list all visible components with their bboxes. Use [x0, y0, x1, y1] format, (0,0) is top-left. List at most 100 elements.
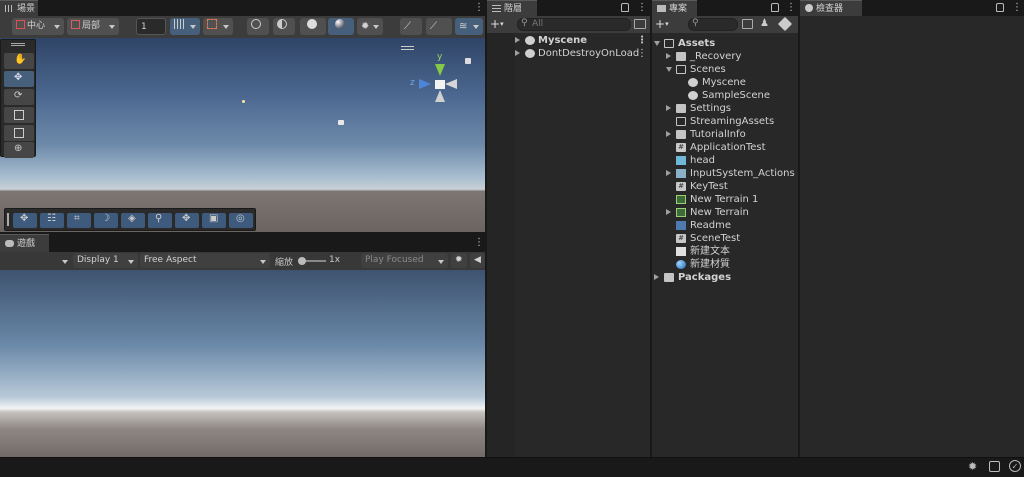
game-menu-icon[interactable]: ⋮ — [474, 237, 484, 248]
expand-arrow-icon[interactable] — [666, 105, 671, 111]
chevron-down-icon: ▾ — [500, 20, 504, 28]
expand-arrow-icon[interactable] — [654, 274, 659, 280]
mute-audio-button[interactable]: ◀ — [470, 253, 485, 268]
filter-type-icon[interactable]: ♟ — [760, 18, 771, 30]
grid-snap-button[interactable] — [170, 18, 200, 35]
play-mode-label: Play Focused — [365, 255, 424, 265]
lock-icon[interactable] — [621, 3, 629, 12]
game-gizmos-button[interactable]: ✹ — [451, 253, 467, 268]
effects-dropdown[interactable]: ✹ — [357, 18, 383, 35]
game-tabbar: 遊戲 ⋮ — [0, 234, 485, 252]
expand-arrow-icon[interactable] — [666, 170, 671, 176]
rotate-tool-button[interactable]: ⟳ — [4, 89, 34, 105]
shading-wire-button[interactable] — [247, 18, 269, 35]
gizmo-z-label: z — [410, 78, 415, 88]
kebab-icon[interactable]: ⋮ — [637, 34, 647, 47]
tab-scene[interactable]: 場景 — [0, 0, 38, 16]
expand-arrow-icon[interactable] — [666, 209, 671, 215]
overlay-move-button[interactable]: ✥ — [13, 213, 37, 228]
scale-label: 縮放 — [275, 258, 294, 268]
project-menu-icon[interactable]: ⋮ — [786, 2, 796, 13]
hand-tool-button[interactable]: ✋ — [4, 53, 34, 69]
layers-dropdown[interactable]: ≋ — [455, 18, 483, 35]
expand-arrow-icon[interactable] — [515, 37, 520, 43]
expand-arrow-icon[interactable] — [666, 131, 671, 137]
shading-lit-button[interactable] — [328, 18, 354, 35]
scale-tool-button[interactable] — [4, 107, 34, 123]
lit-sphere-icon — [335, 19, 345, 29]
overlay-search-button[interactable]: ⚲ — [148, 213, 172, 228]
rect-tool-button[interactable] — [4, 125, 34, 141]
increment-snap-button[interactable] — [203, 18, 233, 35]
space-dropdown[interactable]: 局部 — [67, 18, 119, 35]
overlay-light-button[interactable]: ☽ — [94, 213, 118, 228]
expand-arrow-icon[interactable] — [666, 67, 672, 72]
cache-server-icon[interactable] — [989, 461, 1000, 472]
tab-game[interactable]: 遊戲 — [0, 234, 49, 252]
hierarchy-item-dontdestroyonload[interactable]: DontDestroyOnLoad ⋮ — [487, 47, 650, 60]
tag-icon[interactable] — [777, 16, 793, 32]
progress-check-icon[interactable]: ✓ — [1009, 460, 1021, 472]
game-view-dropdown[interactable] — [0, 253, 72, 268]
tab-hierarchy[interactable]: 階層 — [487, 0, 537, 16]
project-item-label: Myscene — [702, 77, 746, 88]
search-icon: ⚲ — [521, 18, 528, 28]
overlay-grid-button[interactable]: ⌗ — [67, 213, 91, 228]
overlay-camera-button[interactable]: ▣ — [202, 213, 226, 228]
inspector-menu-icon[interactable]: ⋮ — [1012, 2, 1022, 13]
overlay-handle[interactable] — [7, 213, 9, 226]
shading-shaded-button[interactable] — [300, 18, 326, 35]
expand-arrow-icon[interactable] — [654, 41, 660, 46]
project-toolbar: +▾ ⚲ ♟ — [652, 16, 798, 33]
add-button[interactable]: +▾ — [490, 17, 514, 32]
display-dropdown[interactable]: Display 1 — [73, 253, 138, 268]
scale-slider[interactable] — [298, 257, 326, 265]
transform-tool-button[interactable]: ⊕ — [4, 142, 34, 158]
fx-button[interactable]: ⟋ — [426, 18, 452, 35]
kebab-icon[interactable]: ⋮ — [637, 47, 647, 60]
toggle-2d-button[interactable]: ⟋ — [400, 18, 422, 35]
gamepad-icon — [5, 240, 14, 247]
palette-handle[interactable] — [11, 43, 25, 46]
readme-icon — [676, 221, 686, 230]
hierarchy-item-myscene[interactable]: Myscene ⋮ — [487, 34, 650, 47]
lock-icon[interactable] — [771, 3, 779, 12]
scene-menu-icon[interactable]: ⋮ — [474, 2, 484, 13]
hierarchy-search-field[interactable]: ⚲ All — [517, 18, 631, 31]
handle-bar[interactable] — [401, 46, 414, 50]
unity-scene-icon — [525, 36, 535, 45]
overlay-align-button[interactable]: ☷ — [40, 213, 64, 228]
project-add-button[interactable]: +▾ — [655, 17, 679, 32]
game-viewport[interactable] — [0, 270, 485, 457]
folder-icon — [664, 273, 674, 282]
expand-arrow-icon[interactable] — [666, 53, 671, 59]
move-tool-button[interactable]: ✥ — [4, 71, 34, 87]
overlay-compass-button[interactable]: ◎ — [229, 213, 253, 228]
scene-viewport[interactable]: y z ✋ ✥ ⟳ ⊕ ✥ ☷ ⌗ ☽ ◈ ⚲ ✥ ▣ ◎ — [0, 38, 485, 232]
tab-project[interactable]: 專案 — [652, 0, 697, 16]
search-options-icon[interactable] — [634, 19, 646, 29]
gizmo-z-cone — [419, 79, 431, 89]
bug-icon: ✹ — [455, 255, 463, 265]
scale-slider-thumb[interactable] — [298, 257, 306, 265]
play-mode-dropdown[interactable]: Play Focused — [361, 253, 448, 268]
axis-icon: ✥ — [182, 213, 191, 224]
lock-icon[interactable] — [996, 3, 1004, 12]
debug-bug-icon[interactable]: ✹ — [968, 460, 977, 473]
pivot-dropdown[interactable]: 中心 — [12, 18, 64, 35]
aspect-dropdown[interactable]: Free Aspect — [140, 253, 270, 268]
shading-mixed-button[interactable] — [273, 18, 295, 35]
search-by-type-icon[interactable] — [742, 19, 753, 29]
project-search-field[interactable]: ⚲ — [688, 18, 738, 31]
unity-scene-icon — [525, 49, 535, 58]
display-label: Display 1 — [77, 255, 119, 265]
overlay-transform-button[interactable]: ✥ — [175, 213, 199, 228]
orientation-gizmo[interactable]: y z — [408, 52, 468, 112]
solid-sphere-icon — [307, 19, 317, 29]
hierarchy-menu-icon[interactable]: ⋮ — [637, 2, 647, 13]
tab-inspector[interactable]: 檢查器 — [800, 0, 862, 16]
project-item-label: Scenes — [690, 64, 726, 75]
overlay-layers-button[interactable]: ◈ — [121, 213, 145, 228]
grid-size-input[interactable]: 1 — [136, 18, 166, 35]
expand-arrow-icon[interactable] — [515, 50, 520, 56]
